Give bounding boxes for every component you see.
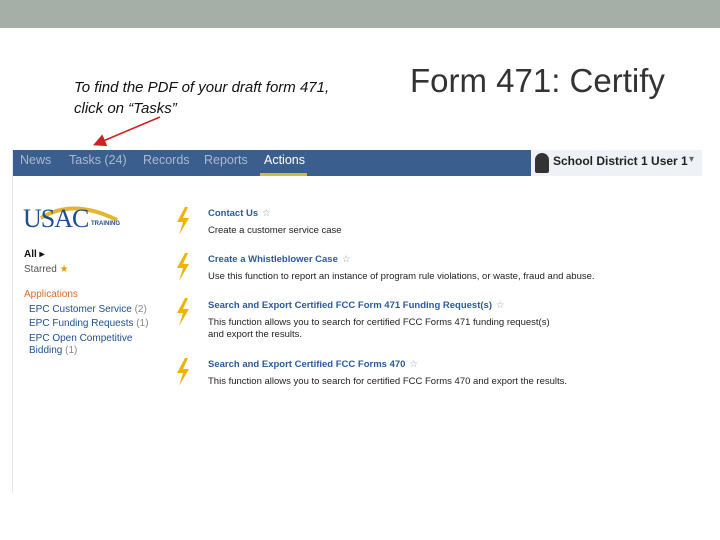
lightning-bolt-icon bbox=[177, 253, 189, 281]
star-outline-icon[interactable]: ☆ bbox=[262, 208, 271, 219]
action-title: Contact Us bbox=[208, 208, 259, 219]
action-search-export-470[interactable]: Search and Export Certified FCC Forms 47… bbox=[208, 359, 418, 370]
sidebar-all[interactable]: All ▸ bbox=[24, 249, 45, 260]
sidebar-item-epc-open-competitive-bidding[interactable]: EPC Open Competitive Bidding (1) bbox=[29, 333, 141, 357]
action-title: Search and Export Certified FCC Form 471… bbox=[208, 300, 492, 311]
top-nav: News Tasks (24) Records Reports Actions … bbox=[13, 150, 702, 176]
action-contact-us[interactable]: Contact Us ☆ bbox=[208, 208, 271, 219]
sidebar-item-epc-customer-service[interactable]: EPC Customer Service (2) bbox=[29, 304, 149, 316]
sidebar-starred-label: Starred bbox=[24, 264, 57, 275]
user-name: School District 1 User 1 bbox=[553, 154, 688, 168]
sidebar-item-label: EPC Customer Service bbox=[29, 304, 132, 315]
action-create-whistleblower-case[interactable]: Create a Whistleblower Case ☆ bbox=[208, 254, 350, 265]
nav-news[interactable]: News bbox=[20, 150, 51, 176]
sidebar-item-count: (2) bbox=[134, 304, 147, 315]
sidebar-item-label: EPC Funding Requests bbox=[29, 318, 134, 329]
lightning-bolt-icon bbox=[177, 207, 189, 235]
action-title: Search and Export Certified FCC Forms 47… bbox=[208, 359, 406, 370]
logo-sub-text: TRAINING bbox=[91, 221, 120, 227]
chevron-down-icon: ▾ bbox=[689, 154, 695, 165]
action-search-export-471[interactable]: Search and Export Certified FCC Form 471… bbox=[208, 300, 505, 311]
nav-tasks[interactable]: Tasks (24) bbox=[69, 150, 127, 176]
user-avatar-icon bbox=[535, 153, 549, 173]
nav-reports[interactable]: Reports bbox=[204, 150, 248, 176]
sidebar-item-epc-funding-requests[interactable]: EPC Funding Requests (1) bbox=[29, 318, 149, 330]
action-description: Create a customer service case bbox=[208, 225, 342, 236]
logo-text: USAC bbox=[23, 204, 89, 233]
action-description: This function allows you to search for c… bbox=[208, 317, 550, 340]
star-outline-icon[interactable]: ☆ bbox=[342, 254, 351, 265]
lightning-bolt-icon bbox=[177, 358, 189, 386]
star-outline-icon[interactable]: ☆ bbox=[496, 300, 505, 311]
sidebar-item-count: (1) bbox=[136, 318, 149, 329]
star-icon: ★ bbox=[59, 264, 69, 275]
sidebar-item-label: EPC Open Competitive Bidding bbox=[29, 333, 133, 356]
sidebar-item-count: (1) bbox=[65, 345, 78, 356]
usac-logo[interactable]: USAC TRAINING bbox=[23, 196, 123, 238]
sidebar-starred[interactable]: Starred ★ bbox=[24, 264, 69, 275]
lightning-bolt-icon bbox=[177, 298, 189, 326]
sidebar-applications-heading: Applications bbox=[24, 289, 78, 300]
user-menu[interactable]: School District 1 User 1 ▾ bbox=[531, 150, 702, 176]
nav-actions[interactable]: Actions bbox=[260, 150, 307, 176]
action-description: This function allows you to search for c… bbox=[208, 376, 568, 387]
action-description: Use this function to report an instance … bbox=[208, 271, 595, 282]
epc-app-window: News Tasks (24) Records Reports Actions … bbox=[12, 150, 702, 493]
nav-records[interactable]: Records bbox=[143, 150, 190, 176]
star-outline-icon[interactable]: ☆ bbox=[409, 359, 418, 370]
action-title: Create a Whistleblower Case bbox=[208, 254, 338, 265]
